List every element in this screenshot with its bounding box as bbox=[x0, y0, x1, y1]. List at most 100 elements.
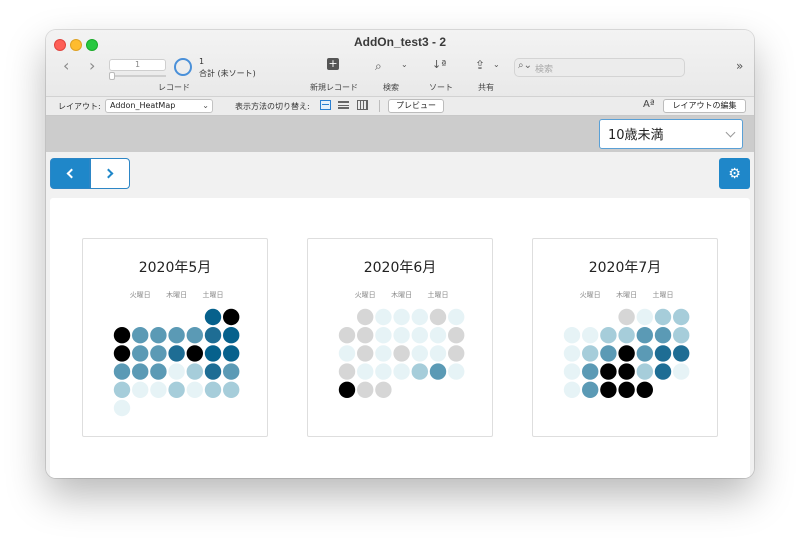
day-cell[interactable] bbox=[132, 381, 149, 398]
record-number-field[interactable]: 1 bbox=[109, 59, 166, 71]
day-cell[interactable] bbox=[411, 308, 428, 326]
day-cell[interactable] bbox=[113, 327, 131, 344]
share-icon[interactable]: ⇪ bbox=[475, 58, 485, 72]
day-cell[interactable] bbox=[654, 308, 672, 326]
settings-button[interactable]: ⚙ bbox=[719, 158, 750, 189]
day-cell[interactable] bbox=[448, 363, 465, 380]
day-cell[interactable] bbox=[654, 327, 672, 344]
day-cell[interactable] bbox=[150, 381, 167, 398]
day-cell[interactable] bbox=[338, 363, 356, 380]
day-cell[interactable] bbox=[673, 327, 690, 344]
new-record-icon[interactable]: + bbox=[327, 58, 339, 70]
day-cell[interactable] bbox=[223, 363, 240, 380]
day-cell[interactable] bbox=[223, 308, 240, 326]
day-cell[interactable] bbox=[132, 363, 149, 380]
day-cell[interactable] bbox=[168, 363, 185, 380]
day-cell[interactable] bbox=[411, 345, 428, 362]
next-month-button[interactable] bbox=[90, 158, 130, 189]
day-cell[interactable] bbox=[429, 345, 447, 362]
day-cell[interactable] bbox=[150, 363, 167, 380]
record-slider-handle[interactable] bbox=[109, 72, 115, 80]
day-cell[interactable] bbox=[223, 345, 240, 362]
day-cell[interactable] bbox=[582, 345, 599, 362]
day-cell[interactable] bbox=[132, 327, 149, 344]
day-cell[interactable] bbox=[600, 363, 617, 380]
record-slider[interactable] bbox=[109, 75, 166, 77]
day-cell[interactable] bbox=[448, 308, 465, 326]
find-label[interactable]: 検索 bbox=[376, 82, 406, 93]
day-cell[interactable] bbox=[563, 363, 581, 380]
day-cell[interactable] bbox=[150, 327, 167, 344]
day-cell[interactable] bbox=[429, 308, 447, 326]
day-cell[interactable] bbox=[563, 345, 581, 362]
day-cell[interactable] bbox=[357, 327, 374, 344]
day-cell[interactable] bbox=[654, 345, 672, 362]
day-cell[interactable] bbox=[582, 327, 599, 344]
day-cell[interactable] bbox=[600, 345, 617, 362]
day-cell[interactable] bbox=[357, 381, 374, 398]
find-icon[interactable]: ⌕ bbox=[375, 59, 382, 74]
day-cell[interactable] bbox=[338, 345, 356, 362]
day-cell[interactable] bbox=[357, 308, 374, 326]
day-cell[interactable] bbox=[204, 345, 222, 362]
day-cell[interactable] bbox=[375, 345, 392, 362]
day-cell[interactable] bbox=[618, 363, 635, 380]
day-cell[interactable] bbox=[168, 327, 185, 344]
day-cell[interactable] bbox=[204, 363, 222, 380]
day-cell[interactable] bbox=[636, 381, 653, 398]
day-cell[interactable] bbox=[338, 327, 356, 344]
edit-layout-button[interactable]: レイアウトの編集 bbox=[663, 99, 746, 113]
table-view-icon[interactable] bbox=[357, 100, 368, 110]
day-cell[interactable] bbox=[654, 363, 672, 380]
day-cell[interactable] bbox=[204, 308, 222, 326]
day-cell[interactable] bbox=[357, 345, 374, 362]
day-cell[interactable] bbox=[618, 327, 635, 344]
sort-icon[interactable]: ↓ª bbox=[432, 58, 446, 71]
share-label[interactable]: 共有 bbox=[474, 82, 498, 93]
form-view-icon[interactable] bbox=[320, 100, 331, 110]
day-cell[interactable] bbox=[448, 327, 465, 344]
age-group-select[interactable]: 10歳未満 bbox=[599, 119, 743, 149]
day-cell[interactable] bbox=[673, 363, 690, 380]
day-cell[interactable] bbox=[393, 363, 410, 380]
day-cell[interactable] bbox=[429, 363, 447, 380]
day-cell[interactable] bbox=[636, 363, 653, 380]
share-menu-chevron-icon[interactable]: ⌄ bbox=[493, 60, 500, 69]
new-record-label[interactable]: 新規レコード bbox=[306, 82, 362, 93]
day-cell[interactable] bbox=[563, 327, 581, 344]
previous-record-icon[interactable]: ‹ bbox=[63, 56, 69, 75]
day-cell[interactable] bbox=[429, 327, 447, 344]
day-cell[interactable] bbox=[375, 381, 392, 398]
day-cell[interactable] bbox=[448, 345, 465, 362]
day-cell[interactable] bbox=[582, 381, 599, 398]
day-cell[interactable] bbox=[618, 381, 635, 398]
day-cell[interactable] bbox=[113, 399, 131, 417]
font-size-icon[interactable]: Aª bbox=[643, 99, 655, 110]
find-menu-chevron-icon[interactable]: ⌄ bbox=[401, 60, 408, 69]
day-cell[interactable] bbox=[375, 363, 392, 380]
day-cell[interactable] bbox=[673, 345, 690, 362]
day-cell[interactable] bbox=[673, 308, 690, 326]
day-cell[interactable] bbox=[186, 327, 203, 344]
day-cell[interactable] bbox=[618, 345, 635, 362]
day-cell[interactable] bbox=[636, 308, 653, 326]
day-cell[interactable] bbox=[393, 308, 410, 326]
day-cell[interactable] bbox=[600, 381, 617, 398]
layout-select[interactable]: Addon_HeatMap ⌄ bbox=[105, 99, 213, 113]
day-cell[interactable] bbox=[168, 345, 185, 362]
day-cell[interactable] bbox=[411, 363, 428, 380]
preview-button[interactable]: プレビュー bbox=[388, 99, 444, 113]
day-cell[interactable] bbox=[223, 327, 240, 344]
day-cell[interactable] bbox=[113, 345, 131, 362]
day-cell[interactable] bbox=[393, 345, 410, 362]
day-cell[interactable] bbox=[618, 308, 635, 326]
day-cell[interactable] bbox=[338, 381, 356, 398]
day-cell[interactable] bbox=[393, 327, 410, 344]
day-cell[interactable] bbox=[186, 363, 203, 380]
day-cell[interactable] bbox=[375, 327, 392, 344]
day-cell[interactable] bbox=[186, 345, 203, 362]
day-cell[interactable] bbox=[113, 381, 131, 398]
day-cell[interactable] bbox=[636, 345, 653, 362]
day-cell[interactable] bbox=[204, 327, 222, 344]
day-cell[interactable] bbox=[600, 327, 617, 344]
